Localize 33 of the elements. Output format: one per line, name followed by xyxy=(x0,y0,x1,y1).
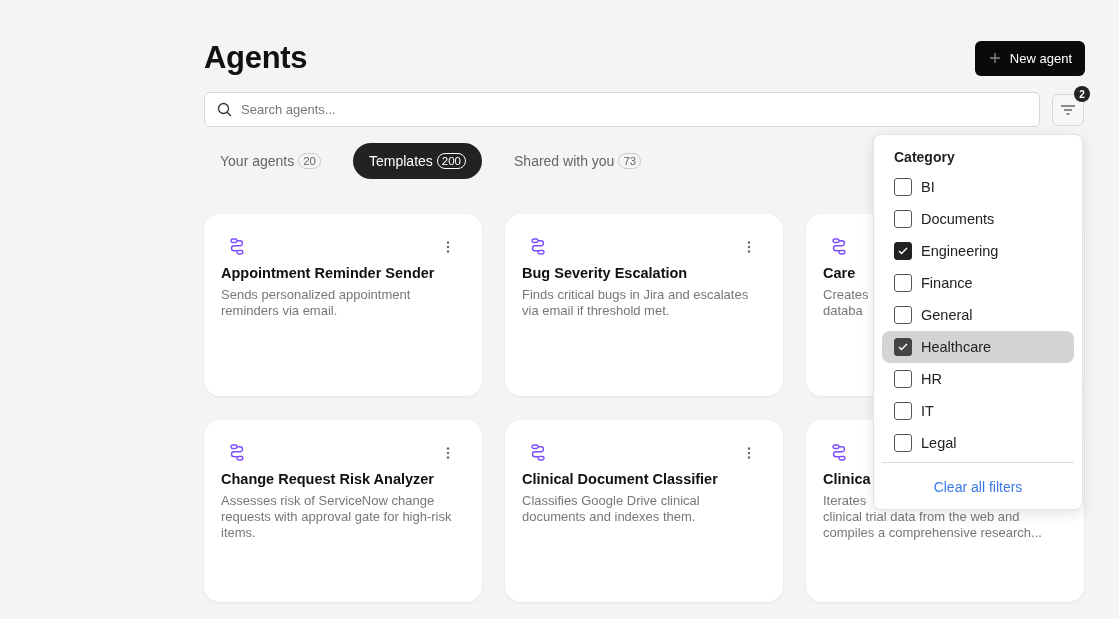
card-title: Clinica xyxy=(823,471,871,487)
category-option[interactable]: Legal xyxy=(882,427,1074,459)
category-option[interactable]: Documents xyxy=(882,203,1074,235)
card-title: Appointment Reminder Sender xyxy=(221,265,435,281)
agent-card[interactable]: Bug Severity Escalation Finds critical bugs in Jira and escalates via email if threshold met. xyxy=(505,214,783,396)
category-option[interactable]: HR xyxy=(882,363,1074,395)
card-title: Clinical Document Classifier xyxy=(522,471,718,487)
category-option[interactable]: Healthcare xyxy=(882,331,1074,363)
agent-card[interactable]: Clinical Document Classifier Classifies Google Drive clinical documents and indexes them. xyxy=(505,420,783,602)
new-agent-button[interactable]: New agent xyxy=(974,40,1085,76)
tab[interactable]: Shared with you 73 xyxy=(498,143,658,179)
card-title: Care xyxy=(823,265,856,281)
clear-filters-link[interactable]: Clear all filters xyxy=(882,479,1074,495)
page-title: Agents xyxy=(204,40,308,76)
agent-card[interactable]: Change Request Risk Analyzer Assesses risk of ServiceNow change requests with approval gate for high-risk items. xyxy=(204,420,482,602)
category-option[interactable]: General xyxy=(882,299,1074,331)
agent-card[interactable]: Appointment Reminder Sender Sends personalized appointment reminders via email. xyxy=(204,214,482,396)
card-title: Bug Severity Escalation xyxy=(522,265,688,281)
card-description: Iterates clinical trial data from the web and compiles a comprehensive research... xyxy=(823,493,1042,541)
card-description: Assesses risk of ServiceNow change requests with approval gate for high-risk items. xyxy=(221,493,453,541)
category-option[interactable]: Engineering xyxy=(882,235,1074,267)
card-description: Finds critical bugs in Jira and escalates via email if threshold met. xyxy=(522,287,750,319)
filter-count-badge: 2 xyxy=(1074,86,1090,102)
search-field[interactable]: Search agents... xyxy=(204,92,1040,127)
card-description: Classifies Google Drive clinical documents and indexes them. xyxy=(522,493,701,525)
tab[interactable]: Templates 200 xyxy=(353,143,482,179)
menu-heading: Category xyxy=(893,148,956,167)
card-description: Creates databa xyxy=(823,287,869,319)
card-description: Sends personalized appointment reminders via email. xyxy=(221,287,412,319)
card-title: Change Request Risk Analyzer xyxy=(221,471,434,487)
tab[interactable]: Your agents 20 xyxy=(204,143,337,179)
category-option[interactable]: BI xyxy=(882,171,1074,203)
category-option[interactable]: Finance xyxy=(882,267,1074,299)
